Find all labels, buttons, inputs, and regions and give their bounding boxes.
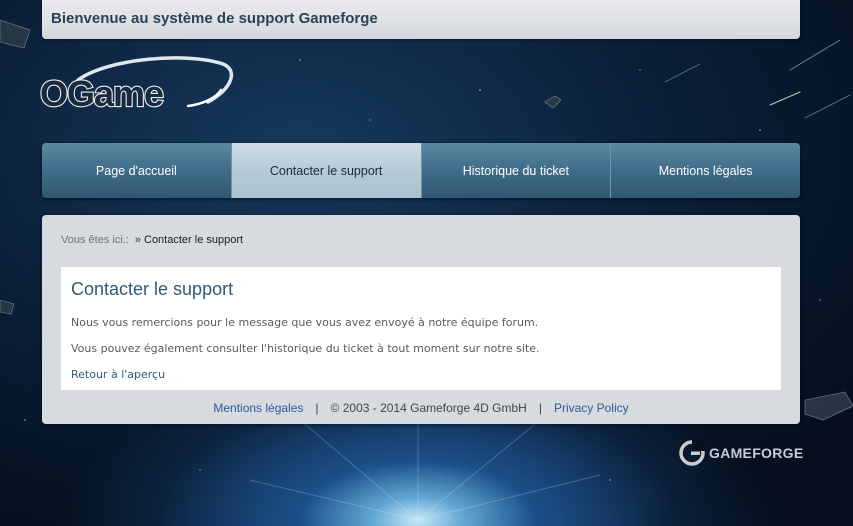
nav-contact-support[interactable]: Contacter le support: [231, 143, 422, 198]
gameforge-brand[interactable]: GAMEFORGE: [679, 440, 803, 466]
ogame-logo[interactable]: OGame: [38, 54, 238, 124]
nav-ticket-history[interactable]: Historique du ticket: [421, 143, 612, 198]
copyright-text: © 2003 - 2014 Gameforge 4D GmbH: [330, 401, 527, 415]
logo-text: OGame: [40, 73, 163, 114]
breadcrumb: Vous êtes ici.: » Contacter le support: [61, 234, 243, 246]
main-navigation: Page d'accueil Contacter le support Hist…: [42, 143, 800, 198]
page-title: Contacter le support: [71, 279, 234, 299]
gameforge-logo-icon: [679, 440, 705, 466]
thank-you-message: Nous vous remercions pour le message que…: [71, 316, 539, 329]
footer-separator: |: [538, 401, 542, 415]
message-box: Contacter le support Nous vous remercion…: [61, 267, 781, 390]
footer-legal-link[interactable]: Mentions légales: [213, 401, 303, 415]
top-bar: Bienvenue au système de support Gameforg…: [42, 0, 800, 39]
breadcrumb-current: Contacter le support: [144, 234, 244, 246]
welcome-title: Bienvenue au système de support Gameforg…: [51, 10, 378, 27]
footer: Mentions légales | © 2003 - 2014 Gameforge…: [42, 401, 800, 415]
privacy-policy-link[interactable]: Privacy Policy: [554, 401, 629, 415]
back-to-overview-link[interactable]: Retour à l'aperçu: [71, 368, 165, 381]
footer-separator: |: [315, 401, 319, 415]
breadcrumb-prefix: Vous êtes ici.:: [61, 234, 129, 246]
gameforge-brand-name: GAMEFORGE: [709, 445, 804, 461]
history-info-message: Vous pouvez également consulter l'histor…: [71, 342, 540, 355]
content-panel: Vous êtes ici.:» Contacter le support Con…: [42, 215, 800, 424]
breadcrumb-separator: »: [134, 234, 141, 246]
nav-legal-notice[interactable]: Mentions légales: [611, 143, 800, 198]
nav-home[interactable]: Page d'accueil: [42, 143, 232, 198]
